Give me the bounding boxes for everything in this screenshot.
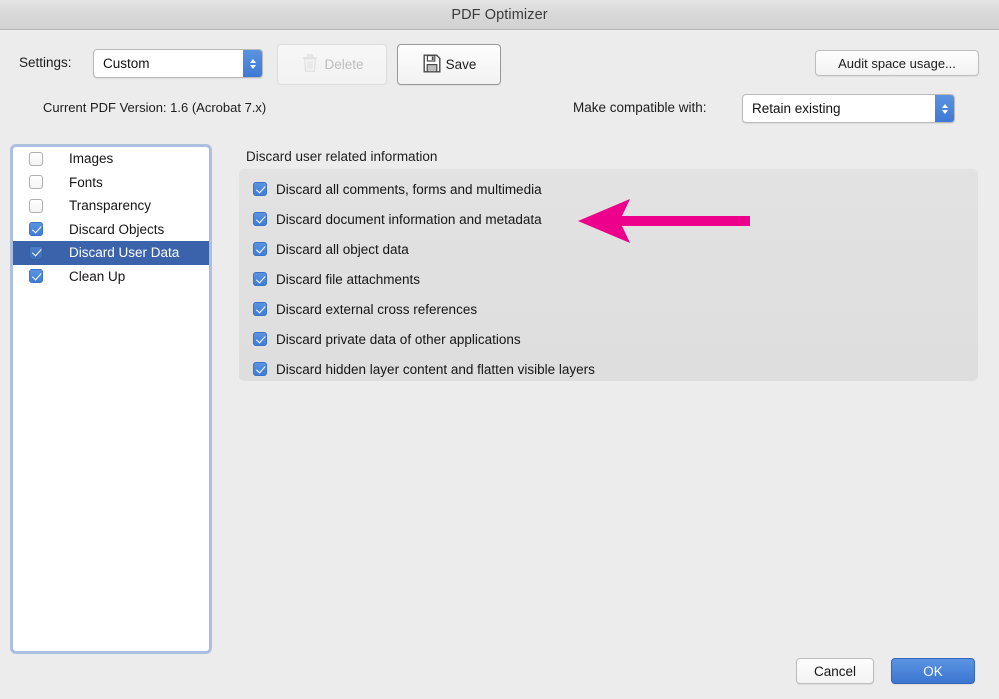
delete-button-label: Delete xyxy=(324,57,364,72)
sidebar-item[interactable]: Clean Up xyxy=(13,265,209,289)
option-label: Discard private data of other applicatio… xyxy=(276,331,521,347)
option-checkbox[interactable] xyxy=(253,182,267,196)
option-row[interactable]: Discard hidden layer content and flatten… xyxy=(239,354,978,384)
make-compatible-with-dropdown[interactable]: Retain existing xyxy=(742,94,955,123)
option-row[interactable]: Discard private data of other applicatio… xyxy=(239,324,978,354)
ok-button[interactable]: OK xyxy=(891,658,975,684)
sidebar-item[interactable]: Discard Objects xyxy=(13,218,209,242)
option-label: Discard file attachments xyxy=(276,271,421,287)
sidebar-item-label: Discard Objects xyxy=(69,221,165,237)
settings-dropdown[interactable]: Custom xyxy=(93,49,263,78)
sidebar-item[interactable]: Discard User Data xyxy=(13,241,209,265)
audit-space-usage-button[interactable]: Audit space usage... xyxy=(815,50,979,76)
save-button[interactable]: Save xyxy=(397,44,501,85)
sidebar-item-checkbox[interactable] xyxy=(29,198,43,213)
sidebar-item-label: Images xyxy=(69,151,114,167)
option-label: Discard hidden layer content and flatten… xyxy=(276,361,595,377)
option-row[interactable]: Discard external cross references xyxy=(239,294,978,324)
current-pdf-version-text: Current PDF Version: 1.6 (Acrobat 7.x) xyxy=(43,100,267,115)
option-row[interactable]: Discard all comments, forms and multimed… xyxy=(239,174,978,204)
sidebar-item-checkbox[interactable] xyxy=(29,175,43,190)
sidebar-item-checkbox[interactable] xyxy=(29,269,43,284)
make-compatible-with-label: Make compatible with: xyxy=(573,100,707,115)
option-label: Discard external cross references xyxy=(276,301,478,317)
discard-user-data-options-group: Discard all comments, forms and multimed… xyxy=(239,169,978,381)
audit-space-usage-label: Audit space usage... xyxy=(838,55,956,71)
save-button-label: Save xyxy=(445,57,477,72)
window-title: PDF Optimizer xyxy=(451,6,548,23)
sidebar-item-checkbox[interactable] xyxy=(29,151,43,166)
ok-button-label: OK xyxy=(923,663,943,679)
option-checkbox[interactable] xyxy=(253,242,267,256)
sidebar-item[interactable]: Fonts xyxy=(13,171,209,195)
sidebar-item-label: Transparency xyxy=(69,198,152,214)
settings-dropdown-value: Custom xyxy=(103,56,150,71)
option-label: Discard all object data xyxy=(276,241,409,257)
option-checkbox[interactable] xyxy=(253,272,267,286)
option-checkbox[interactable] xyxy=(253,332,267,346)
chevron-updown-icon[interactable] xyxy=(935,95,954,122)
option-row[interactable]: Discard all object data xyxy=(239,234,978,264)
sidebar-item-checkbox[interactable] xyxy=(29,245,43,260)
make-compatible-with-value: Retain existing xyxy=(752,101,841,116)
option-label: Discard all comments, forms and multimed… xyxy=(276,181,542,197)
sidebar-item-label: Fonts xyxy=(69,174,103,190)
cancel-button-label: Cancel xyxy=(813,663,857,679)
panel-title: Discard user related information xyxy=(246,149,438,164)
sidebar-item-label: Discard User Data xyxy=(69,245,180,261)
cancel-button[interactable]: Cancel xyxy=(796,658,874,684)
delete-button[interactable]: Delete xyxy=(277,44,387,85)
option-label: Discard document information and metadat… xyxy=(276,211,542,227)
option-checkbox[interactable] xyxy=(253,212,267,226)
sidebar-item-label: Clean Up xyxy=(69,268,126,284)
trash-icon xyxy=(300,52,320,77)
sidebar-item[interactable]: Transparency xyxy=(13,194,209,218)
chevron-updown-icon[interactable] xyxy=(243,50,262,77)
sidebar-item[interactable]: Images xyxy=(13,147,209,171)
window-titlebar: PDF Optimizer xyxy=(0,0,999,30)
option-row[interactable]: Discard document information and metadat… xyxy=(239,204,978,234)
option-checkbox[interactable] xyxy=(253,302,267,316)
option-row[interactable]: Discard file attachments xyxy=(239,264,978,294)
optimizer-category-list[interactable]: Images Fonts Transparency Discard Objects Di… xyxy=(12,146,210,652)
settings-label: Settings: xyxy=(19,55,72,70)
floppy-disk-icon xyxy=(422,53,442,77)
option-checkbox[interactable] xyxy=(253,362,267,376)
sidebar-item-checkbox[interactable] xyxy=(29,222,43,237)
